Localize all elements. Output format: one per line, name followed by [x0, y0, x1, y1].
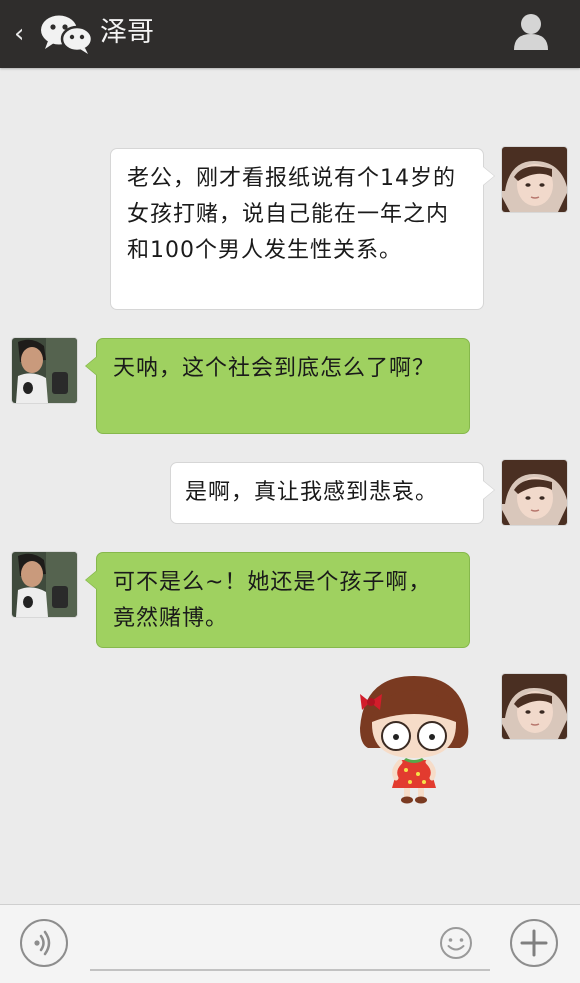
avatar-self[interactable] — [502, 674, 567, 739]
back-button[interactable]: ‹ — [8, 10, 94, 58]
chat-header: ‹ 泽哥 — [0, 0, 580, 68]
message-bubble-contact[interactable]: 可不是么~！她还是个孩子啊，竟然赌博。 — [85, 552, 470, 648]
plus-icon — [520, 929, 548, 957]
message-text: 老公，刚才看报纸说有个14岁的女孩打赌，说自己能在一年之内和100个男人发生性关… — [127, 166, 456, 263]
more-button[interactable] — [510, 919, 558, 967]
smiley-icon — [440, 927, 472, 959]
emoji-button[interactable] — [438, 925, 474, 965]
chat-title: 泽哥 — [100, 17, 154, 48]
message-bubble-self[interactable]: 老公，刚才看报纸说有个14岁的女孩打赌，说自己能在一年之内和100个男人发生性关… — [110, 148, 495, 310]
voice-input-icon — [34, 930, 51, 956]
chevron-left-icon: ‹ — [14, 19, 25, 49]
voice-button[interactable] — [20, 919, 68, 967]
avatar-contact[interactable] — [12, 338, 77, 403]
cartoon-girl-sticker[interactable] — [356, 674, 474, 810]
message-text: 是啊，真让我感到悲哀。 — [185, 480, 439, 505]
profile-button[interactable] — [512, 12, 550, 52]
message-bubble-contact[interactable]: 天呐，这个社会到底怎么了啊？ — [85, 338, 470, 434]
avatar-self[interactable] — [502, 460, 567, 525]
wechat-logo-icon — [41, 15, 94, 54]
chat-message-list[interactable]: 老公，刚才看报纸说有个14岁的女孩打赌，说自己能在一年之内和100个男人发生性关… — [0, 68, 580, 904]
input-bar — [0, 904, 580, 983]
avatar-contact[interactable] — [12, 552, 77, 617]
message-text: 天呐，这个社会到底怎么了啊？ — [113, 356, 436, 381]
message-text: 可不是么~！她还是个孩子啊，竟然赌博。 — [113, 570, 432, 631]
message-input[interactable] — [90, 919, 490, 971]
message-bubble-self[interactable]: 是啊，真让我感到悲哀。 — [170, 462, 495, 524]
avatar-self[interactable] — [502, 147, 567, 212]
person-icon — [514, 14, 548, 50]
